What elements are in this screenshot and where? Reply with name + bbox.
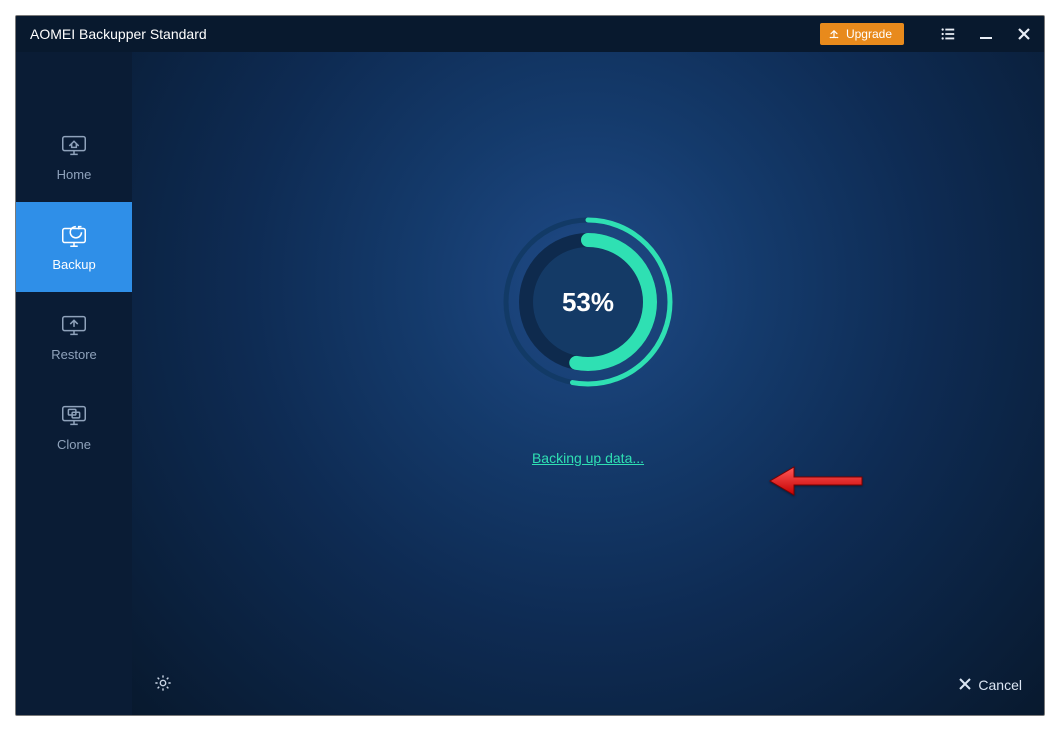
footer: Cancel [132,655,1044,715]
restore-icon [59,312,89,341]
sidebar-item-backup[interactable]: Backup [16,202,132,292]
close-button[interactable] [1012,22,1036,46]
sidebar-item-label: Restore [51,347,97,362]
upgrade-label: Upgrade [846,27,892,41]
minimize-button[interactable] [974,22,998,46]
settings-button[interactable] [154,674,172,697]
sidebar: Home Backup Restore Clone [16,52,132,715]
gear-icon [154,679,172,696]
home-icon [59,132,89,161]
clone-icon [59,402,89,431]
sidebar-item-label: Backup [52,257,95,272]
app-window: AOMEI Backupper Standard Upgrade Home [15,15,1045,716]
progress-percent-label: 53% [498,212,678,392]
cancel-button[interactable]: Cancel [959,677,1022,693]
sidebar-item-label: Clone [57,437,91,452]
upgrade-icon [828,27,840,42]
sidebar-item-home[interactable]: Home [16,112,132,202]
arrow-annotation-icon [766,463,866,504]
upgrade-button[interactable]: Upgrade [820,23,904,45]
app-title: AOMEI Backupper Standard [30,26,207,42]
sidebar-item-clone[interactable]: Clone [16,382,132,472]
sidebar-item-restore[interactable]: Restore [16,292,132,382]
progress-ring: 53% [498,212,678,392]
menu-button[interactable] [936,22,960,46]
titlebar: AOMEI Backupper Standard Upgrade [16,16,1044,52]
backup-icon [59,222,89,251]
close-icon [959,677,971,693]
sidebar-item-label: Home [57,167,92,182]
cancel-label: Cancel [978,677,1022,693]
main-panel: 53% Backing up data... [132,52,1044,715]
app-body: Home Backup Restore Clone [16,52,1044,715]
status-link[interactable]: Backing up data... [532,450,644,466]
